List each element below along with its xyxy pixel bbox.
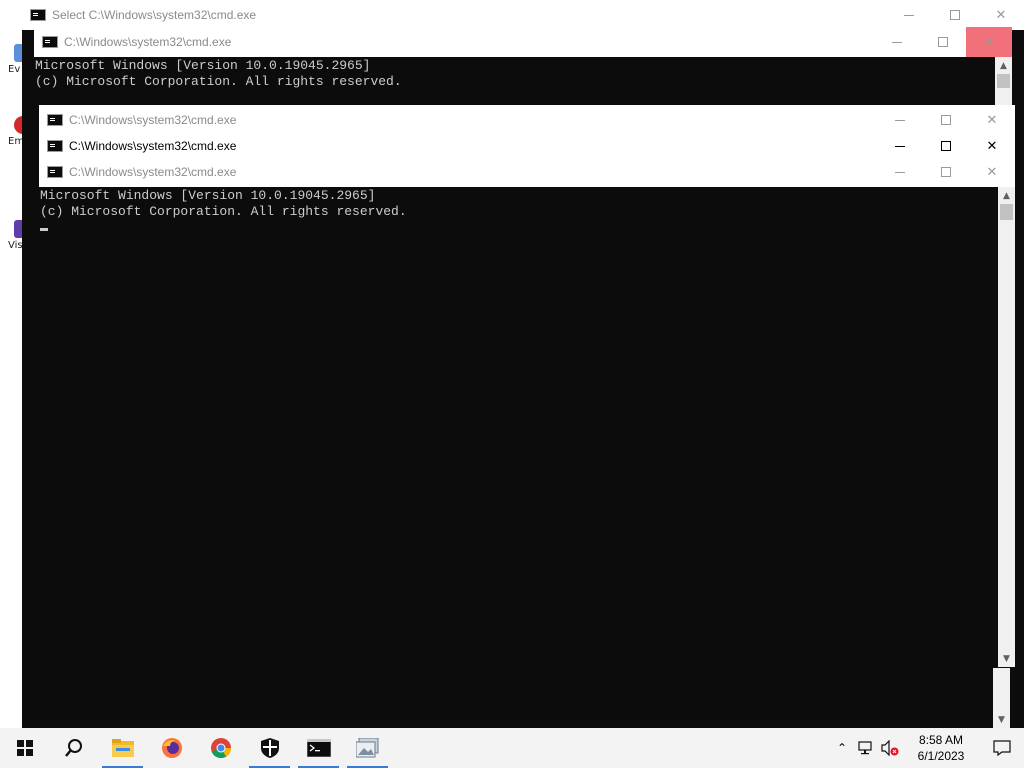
console-output[interactable]: Microsoft Windows [Version 10.0.19045.29… (34, 58, 995, 90)
command-prompt-icon (42, 36, 58, 48)
taskbar: ⌃ 8:58 AM 6/1/2023 (0, 728, 1024, 768)
photos-icon (355, 738, 378, 758)
maximize-icon (950, 10, 960, 20)
minimize-icon (895, 119, 905, 121)
clock-time: 8:58 AM (918, 733, 964, 747)
minimize-icon (895, 171, 905, 173)
minimize-button[interactable] (877, 157, 923, 187)
window-controls: ✕ (877, 157, 1015, 187)
minimize-icon (892, 41, 902, 43)
console-line: (c) Microsoft Corporation. All rights re… (40, 204, 407, 219)
close-button[interactable]: ✕ (978, 0, 1024, 30)
maximize-icon (941, 167, 951, 177)
taskbar-command-prompt[interactable] (294, 728, 343, 768)
show-hidden-icons-button[interactable]: ⌃ (830, 728, 854, 768)
close-button[interactable]: ✕ (969, 157, 1015, 187)
console-output[interactable]: Microsoft Windows [Version 10.0.19045.29… (39, 188, 998, 236)
maximize-button[interactable] (932, 0, 978, 30)
volume-button[interactable] (878, 728, 902, 768)
start-button[interactable] (0, 728, 49, 768)
close-button[interactable]: ✕ (966, 27, 1012, 57)
window-title: C:\Windows\system32\cmd.exe (69, 113, 237, 127)
close-icon: ✕ (986, 138, 998, 154)
network-button[interactable] (854, 728, 878, 768)
minimize-button[interactable] (886, 0, 932, 30)
taskbar-chrome[interactable] (196, 728, 245, 768)
window-title: Select C:\Windows\system32\cmd.exe (52, 8, 257, 22)
vertical-scrollbar[interactable]: ▲ ▼ (998, 187, 1015, 667)
search-icon (64, 739, 82, 757)
command-prompt-icon (47, 166, 63, 178)
notification-icon (993, 740, 1011, 756)
scroll-down-icon[interactable]: ▼ (998, 650, 1015, 667)
window-controls: ✕ (874, 27, 1012, 57)
close-icon: ✕ (983, 34, 995, 50)
cmd-window-d[interactable]: C:\Windows\system32\cmd.exe ✕ Microsoft … (39, 157, 1015, 667)
scrollbar-track[interactable] (998, 220, 1015, 650)
scrollbar-thumb[interactable] (1000, 204, 1013, 220)
scroll-up-icon[interactable]: ▲ (998, 187, 1015, 204)
window-title: C:\Windows\system32\cmd.exe (69, 139, 237, 153)
maximize-button[interactable] (920, 27, 966, 57)
firefox-icon (161, 738, 182, 758)
windows-security-icon (260, 738, 279, 758)
minimize-icon (904, 14, 914, 16)
maximize-icon (941, 115, 951, 125)
scroll-down-icon[interactable]: ▼ (993, 711, 1010, 728)
command-prompt-icon (47, 140, 63, 152)
scrollbar-back[interactable]: ▼ (993, 668, 1010, 728)
minimize-button[interactable] (874, 27, 920, 57)
scrollbar-thumb[interactable] (997, 74, 1010, 88)
maximize-icon (938, 37, 948, 47)
window-title: C:\Windows\system32\cmd.exe (64, 35, 232, 49)
console-line: Microsoft Windows [Version 10.0.19045.29… (35, 58, 371, 73)
close-icon: ✕ (995, 7, 1007, 23)
minimize-icon (895, 145, 905, 147)
taskbar-firefox[interactable] (147, 728, 196, 768)
desktop-icon-label: Ev (8, 64, 21, 75)
close-icon: ✕ (986, 112, 998, 128)
window-titlebar[interactable]: Select C:\Windows\system32\cmd.exe ✕ (22, 0, 1024, 30)
maximize-button[interactable] (923, 157, 969, 187)
window-title: C:\Windows\system32\cmd.exe (69, 165, 237, 179)
close-icon: ✕ (986, 164, 998, 180)
console-line: Microsoft Windows [Version 10.0.19045.29… (40, 188, 376, 203)
start-icon (16, 740, 33, 756)
console-prompt-line (40, 220, 998, 236)
taskbar-photos[interactable] (343, 728, 392, 768)
command-prompt-icon (47, 114, 63, 126)
window-titlebar[interactable]: C:\Windows\system32\cmd.exe ✕ (34, 27, 1012, 57)
taskbar-windows-security[interactable] (245, 728, 294, 768)
notifications-button[interactable] (980, 728, 1024, 768)
search-button[interactable] (49, 728, 98, 768)
clock-date: 6/1/2023 (917, 749, 965, 763)
file-explorer-icon (111, 739, 134, 757)
window-titlebar[interactable]: C:\Windows\system32\cmd.exe ✕ (39, 157, 1015, 187)
chevron-up-icon: ⌃ (836, 741, 848, 755)
chrome-icon (210, 738, 231, 758)
window-controls: ✕ (886, 0, 1024, 30)
system-tray: ⌃ 8:58 AM 6/1/2023 (830, 728, 1024, 768)
desktop-icon-label: Vis (8, 240, 23, 251)
console-line: (c) Microsoft Corporation. All rights re… (35, 74, 402, 89)
command-prompt-icon (306, 739, 331, 757)
text-cursor (40, 228, 48, 231)
taskbar-file-explorer[interactable] (98, 728, 147, 768)
maximize-icon (941, 141, 951, 151)
console-area-back (34, 668, 994, 728)
clock-button[interactable]: 8:58 AM 6/1/2023 (902, 728, 980, 768)
scroll-up-icon[interactable]: ▲ (995, 57, 1012, 74)
network-icon (858, 741, 872, 755)
volume-muted-icon (881, 740, 899, 756)
command-prompt-icon (30, 9, 46, 21)
